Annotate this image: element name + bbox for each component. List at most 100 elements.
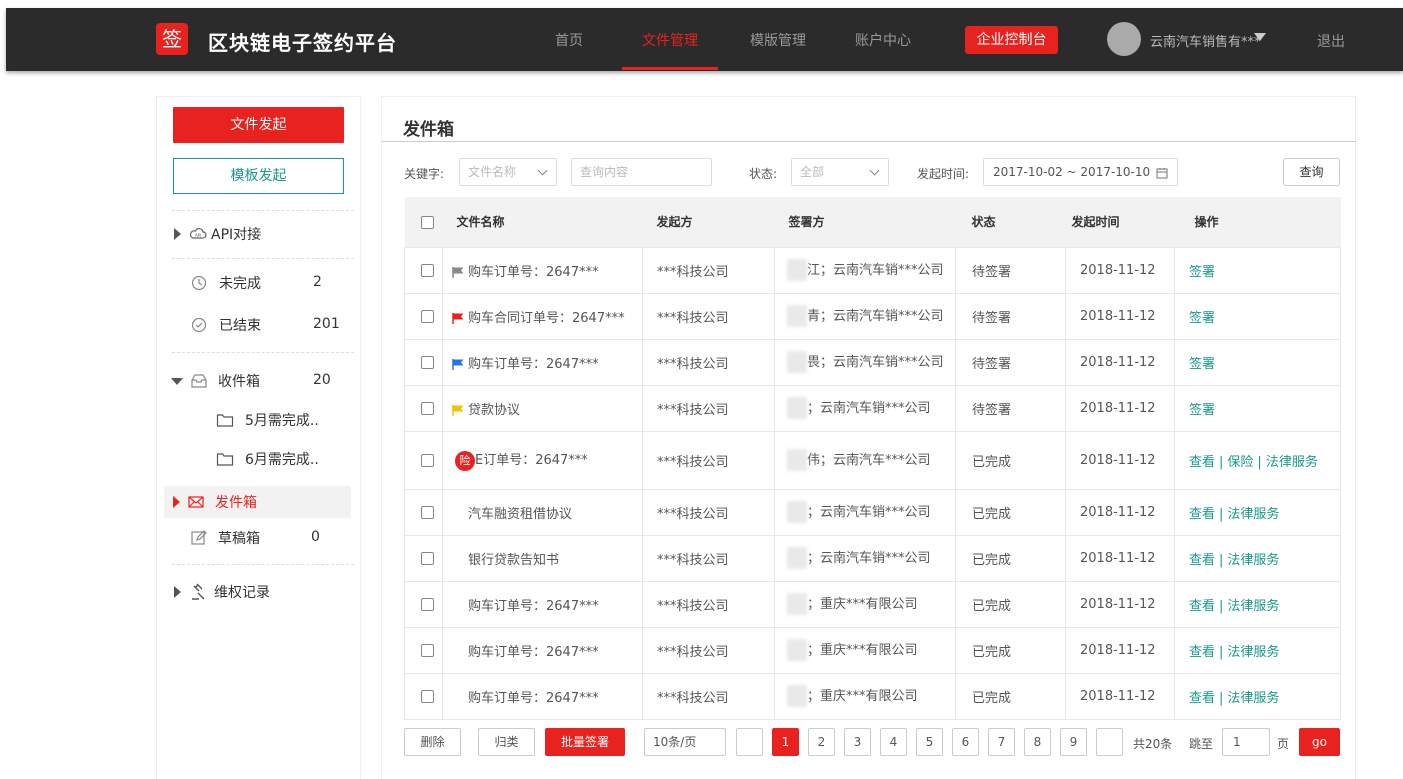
query-input[interactable]: 查询内容	[571, 158, 712, 186]
logout-link[interactable]: 退出	[1317, 31, 1345, 51]
batch-sign-button[interactable]: 批量签署	[545, 728, 625, 756]
nav-home[interactable]: 首页	[555, 30, 583, 50]
keyword-type-select[interactable]: 文件名称	[459, 158, 557, 186]
row-checkbox[interactable]	[421, 597, 434, 611]
sidebar-item-finished[interactable]: 已结束	[190, 313, 261, 337]
file-name[interactable]: 银行贷款告知书	[468, 553, 559, 568]
sign-action-link[interactable]: 签署	[1189, 311, 1215, 326]
date-range-input[interactable]: 2017-10-02 ~ 2017-10-10	[983, 158, 1178, 186]
query-button[interactable]: 查询	[1283, 158, 1340, 186]
start-template-button[interactable]: 模板发起	[173, 158, 344, 194]
signer: 青；云南汽车销***公司	[807, 308, 944, 324]
page-button[interactable]: 1	[772, 728, 799, 756]
date: 2018-11-12	[1065, 534, 1175, 581]
user-name[interactable]: 云南汽车销售有***	[1150, 31, 1261, 50]
nav-template-management[interactable]: 模版管理	[750, 30, 806, 50]
prev-page-button[interactable]	[736, 728, 763, 756]
row-checkbox[interactable]	[421, 309, 434, 323]
sidebar-item-drafts[interactable]: 草稿箱	[190, 526, 260, 550]
column-header-signer: 签署方	[774, 197, 956, 247]
file-name[interactable]: 购车订单号：2647***	[468, 599, 599, 614]
page-button[interactable]: 3	[844, 728, 871, 756]
sidebar-item-unfinished[interactable]: 未完成	[190, 271, 261, 295]
date: 2018-11-12	[1065, 672, 1175, 720]
sign-action-link[interactable]: 签署	[1189, 265, 1215, 280]
legal-service-action-link[interactable]: 法律服务	[1266, 455, 1318, 470]
delete-button[interactable]: 删除	[404, 728, 461, 756]
sidebar-item-inbox[interactable]: 收件箱	[171, 369, 260, 393]
file-name[interactable]: E订单号：2647***	[475, 453, 588, 468]
sidebar-item-outbox[interactable]: 发件箱	[173, 490, 257, 514]
gavel-icon	[192, 583, 205, 600]
go-button[interactable]: go	[1299, 728, 1340, 756]
page-button[interactable]: 9	[1060, 728, 1087, 756]
sign-action-link[interactable]: 签署	[1189, 403, 1215, 418]
page-size-select[interactable]: 10条/页	[644, 728, 726, 756]
row-checkbox[interactable]	[421, 505, 434, 519]
row-checkbox[interactable]	[421, 355, 434, 369]
enterprise-console-button[interactable]: 企业控制台	[965, 26, 1058, 54]
page-button[interactable]: 8	[1024, 728, 1051, 756]
view-action-link[interactable]: 查看	[1189, 455, 1215, 470]
page-button[interactable]: 5	[916, 728, 943, 756]
row-checkbox[interactable]	[421, 453, 434, 467]
flag-icon	[452, 405, 464, 416]
chevron-down-icon[interactable]	[1254, 33, 1266, 41]
file-name[interactable]: 购车订单号：2647***	[468, 265, 599, 280]
flag-icon	[452, 267, 464, 278]
signer: ；重庆***有限公司	[807, 642, 918, 658]
file-name[interactable]: 购车合同订单号：2647***	[468, 311, 625, 326]
start-file-button[interactable]: 文件发起	[173, 107, 344, 143]
nav-file-management[interactable]: 文件管理	[642, 30, 698, 50]
column-header-date: 发起时间	[1065, 197, 1175, 247]
query-placeholder: 查询内容	[580, 165, 629, 179]
row-checkbox[interactable]	[421, 263, 434, 277]
signer: 伟；云南汽车***公司	[807, 452, 931, 468]
file-name[interactable]: 购车订单号：2647***	[468, 645, 599, 660]
legal-service-action-link[interactable]: 法律服务	[1227, 507, 1279, 522]
legal-service-action-link[interactable]: 法律服务	[1227, 553, 1279, 568]
sidebar-folder-may[interactable]: 5月需完成..	[215, 408, 319, 432]
insurance-action-link[interactable]: 保险	[1227, 455, 1253, 470]
archive-button[interactable]: 归类	[478, 728, 535, 756]
view-action-link[interactable]: 查看	[1189, 553, 1215, 568]
select-all-checkbox[interactable]	[420, 215, 434, 229]
legal-service-action-link[interactable]: 法律服务	[1227, 691, 1279, 706]
row-checkbox[interactable]	[421, 643, 434, 657]
file-name[interactable]: 贷款协议	[468, 403, 520, 418]
row-checkbox[interactable]	[421, 689, 434, 703]
table-row: 购车订单号：2647*** ***科技公司 畏；云南汽车销***公司 待签署 2018-…	[404, 338, 1341, 385]
view-action-link[interactable]: 查看	[1189, 507, 1215, 522]
page-unit-label: 页	[1277, 737, 1290, 751]
view-action-link[interactable]: 查看	[1189, 599, 1215, 614]
file-name[interactable]: 购车订单号：2647***	[468, 357, 599, 372]
view-action-link[interactable]: 查看	[1189, 691, 1215, 706]
row-checkbox[interactable]	[421, 401, 434, 415]
sidebar-item-api[interactable]: API API对接	[174, 222, 261, 246]
avatar[interactable]	[1107, 22, 1141, 56]
initiator: ***科技公司	[642, 626, 775, 673]
page-button[interactable]: 4	[880, 728, 907, 756]
sidebar-item-label: 收件箱	[218, 374, 260, 390]
file-name[interactable]: 汽车融资租借协议	[468, 507, 572, 522]
legal-service-action-link[interactable]: 法律服务	[1227, 645, 1279, 660]
redacted-name	[787, 501, 807, 524]
sign-action-link[interactable]: 签署	[1189, 357, 1215, 372]
page-button[interactable]: 6	[952, 728, 979, 756]
inbox-count: 20	[313, 372, 331, 388]
page-button[interactable]: 2	[808, 728, 835, 756]
signer: ；云南汽车销***公司	[807, 504, 931, 520]
date: 2018-11-12	[1065, 246, 1175, 293]
page-button[interactable]: 7	[988, 728, 1015, 756]
view-action-link[interactable]: 查看	[1189, 645, 1215, 660]
sidebar-item-rights-records[interactable]: 维权记录	[174, 580, 270, 604]
file-name[interactable]: 购车订单号：2647***	[468, 691, 599, 706]
row-checkbox[interactable]	[421, 551, 434, 565]
sidebar-folder-june[interactable]: 6月需完成..	[215, 447, 319, 471]
status-select[interactable]: 全部	[791, 158, 889, 186]
legal-service-action-link[interactable]: 法律服务	[1227, 599, 1279, 614]
jump-page-input[interactable]: 1	[1222, 728, 1270, 756]
status: 已完成	[955, 488, 1066, 535]
next-page-button[interactable]	[1096, 728, 1123, 756]
nav-account-center[interactable]: 账户中心	[855, 30, 911, 50]
